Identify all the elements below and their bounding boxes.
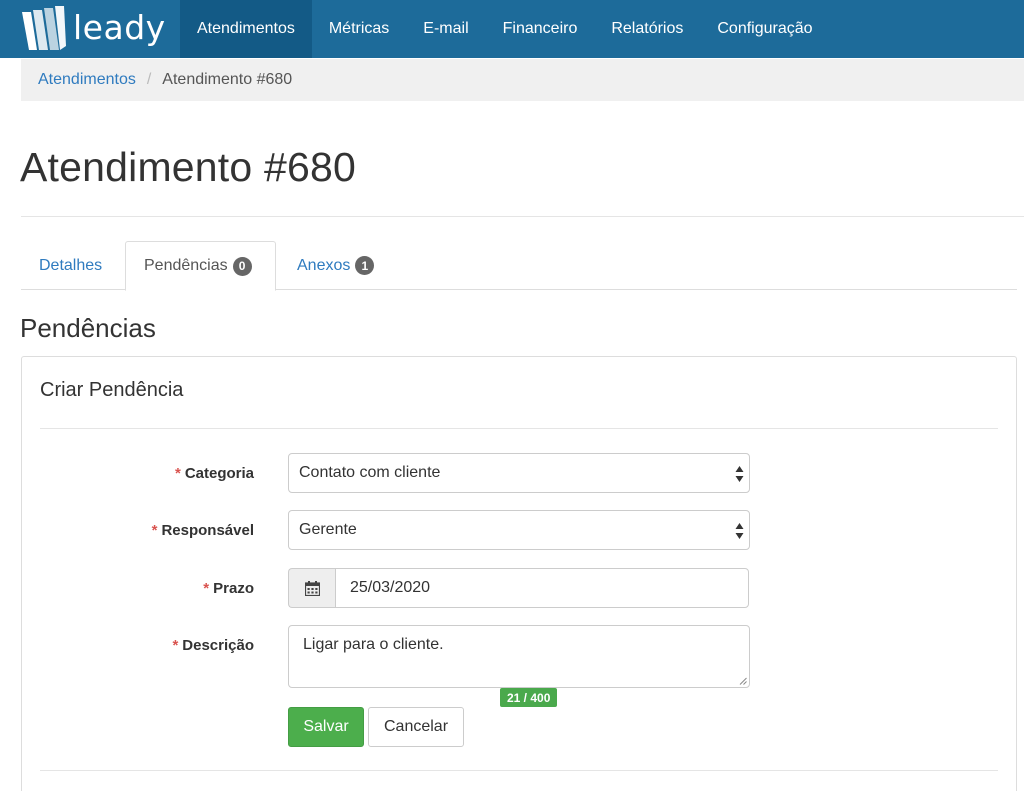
field-label-text: Prazo	[213, 579, 254, 597]
create-pendency-panel: Criar Pendência * Categoria Contato com …	[21, 356, 1017, 791]
tab-label: Anexos	[297, 256, 351, 274]
select-arrows-icon	[735, 523, 744, 539]
tab-label: Detalhes	[39, 256, 103, 274]
breadcrumb-separator: /	[146, 71, 152, 88]
required-marker: *	[203, 579, 210, 597]
tab-count-badge: 1	[355, 256, 375, 275]
panel-divider	[40, 428, 998, 429]
tab-anexos[interactable]: Anexos 1	[297, 241, 375, 290]
cancel-button[interactable]: Cancelar	[368, 707, 464, 747]
required-marker: *	[151, 521, 158, 539]
panel-title: Criar Pendência	[40, 379, 184, 401]
section-title: Pendências	[20, 313, 156, 343]
required-marker: *	[172, 636, 179, 654]
field-label-text: Categoria	[184, 464, 254, 482]
field-label-text: Descrição	[182, 636, 254, 654]
breadcrumb-link-atendimentos[interactable]: Atendimentos	[38, 71, 136, 89]
calendar-button[interactable]	[288, 568, 335, 608]
select-value: Contato com cliente	[299, 464, 441, 481]
tab-count-badge: 0	[232, 256, 252, 276]
calendar-icon	[304, 580, 320, 596]
nav-item-relatorios[interactable]: Relatórios	[594, 0, 700, 58]
breadcrumb-current: Atendimento #680	[162, 71, 293, 88]
field-label-prazo: * Prazo	[203, 568, 254, 608]
brand-name: leady	[73, 7, 166, 47]
form-row-categoria: * Categoria Contato com cliente	[22, 453, 1018, 493]
nav-item-atendimentos[interactable]: Atendimentos	[180, 0, 312, 58]
nav-item-financeiro[interactable]: Financeiro	[486, 0, 595, 58]
responsavel-select[interactable]: Gerente	[288, 510, 750, 550]
required-marker: *	[174, 464, 181, 482]
tab-detalhes[interactable]: Detalhes	[39, 241, 102, 290]
page-title: Atendimento #680	[20, 144, 357, 190]
form-row-prazo: * Prazo 25/03/2020	[22, 568, 1018, 608]
field-label-categoria: * Categoria	[175, 453, 254, 493]
main-nav: Atendimentos Métricas E-mail Financeiro …	[180, 0, 830, 58]
brand[interactable]: leady	[22, 6, 166, 52]
top-navbar: leady Atendimentos Métricas E-mail Finan…	[0, 0, 1024, 58]
tab-pendencias[interactable]: Pendências 0	[125, 241, 276, 291]
nav-item-metricas[interactable]: Métricas	[312, 0, 406, 58]
prazo-date-input[interactable]: 25/03/2020	[335, 568, 749, 608]
categoria-select[interactable]: Contato com cliente	[288, 453, 750, 493]
title-divider	[21, 216, 1024, 217]
leady-logo-icon	[22, 6, 66, 50]
form-row-descricao: * Descrição Ligar para o cliente.	[22, 625, 1018, 688]
panel-bottom-divider	[40, 770, 998, 771]
select-arrows-icon	[735, 466, 744, 482]
breadcrumb: Atendimentos / Atendimento #680	[21, 59, 1024, 101]
nav-item-email[interactable]: E-mail	[406, 0, 485, 58]
resize-grip-icon[interactable]	[739, 677, 747, 685]
field-label-descricao: * Descrição	[172, 625, 254, 665]
prazo-date-group: 25/03/2020	[288, 568, 749, 608]
save-button[interactable]: Salvar	[288, 707, 364, 747]
char-counter-badge: 21 / 400	[500, 688, 558, 707]
select-value: Gerente	[299, 521, 357, 538]
nav-item-configuracao[interactable]: Configuração	[700, 0, 829, 58]
tab-label: Pendências	[144, 257, 228, 274]
field-label-text: Responsável	[161, 521, 254, 539]
field-label-responsavel: * Responsável	[152, 510, 254, 550]
descricao-textarea[interactable]: Ligar para o cliente.	[288, 625, 750, 688]
tab-bar: Detalhes Pendências 0 Anexos 1	[21, 241, 1017, 291]
textarea-value: Ligar para o cliente.	[303, 636, 444, 653]
form-row-responsavel: * Responsável Gerente	[22, 510, 1018, 550]
